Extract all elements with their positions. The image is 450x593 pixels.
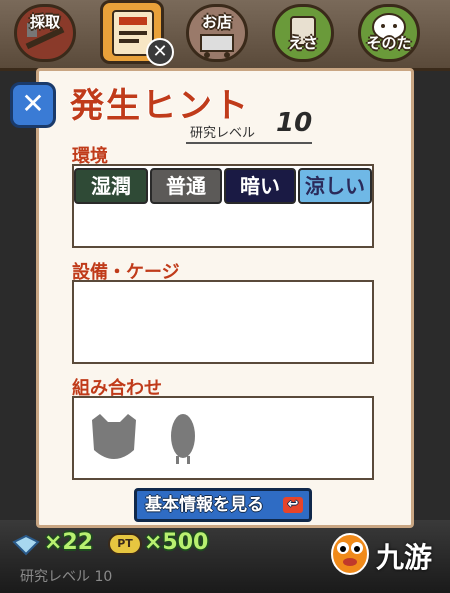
tab-collect[interactable]: 採取 — [14, 4, 76, 62]
research-level-label: 研究レベル — [190, 126, 256, 141]
env-option-cool[interactable]: 涼しい — [298, 168, 372, 204]
creature-silhouette-icon — [92, 414, 136, 459]
env-option-normal[interactable]: 普通 — [150, 168, 222, 204]
env-option-humid[interactable]: 湿潤 — [74, 168, 148, 204]
basic-info-button-label: 基本情報を見る — [145, 495, 264, 515]
close-icon: ✕ — [21, 87, 45, 120]
research-level-text: 研究レベル 10 — [20, 569, 113, 585]
tab-collect-label: 採取 — [29, 13, 60, 31]
pt-badge: PT — [108, 533, 142, 555]
gem-icon — [12, 534, 40, 556]
cart-icon — [200, 34, 234, 58]
level-divider — [186, 142, 312, 144]
basic-info-button[interactable]: 基本情報を見る ↩ — [134, 488, 312, 522]
tab-food-label: えさ — [287, 34, 318, 52]
env-option-dark[interactable]: 暗い — [224, 168, 296, 204]
panel-title: 発生ヒント — [70, 86, 250, 126]
gem-count: ×22 — [44, 530, 94, 555]
return-arrow-icon: ↩ — [283, 497, 303, 513]
mascot-icon — [331, 533, 369, 575]
close-tab-icon[interactable]: ✕ — [146, 38, 174, 66]
tab-food[interactable]: えさ — [272, 4, 334, 62]
tab-others[interactable]: そのた — [358, 4, 420, 62]
creature-silhouette-icon — [171, 414, 195, 464]
tab-others-label: そのた — [366, 34, 412, 52]
tab-shop[interactable]: お店 — [186, 4, 248, 62]
tab-shop-label: お店 — [201, 13, 232, 31]
watermark-text: 九游 — [376, 541, 433, 574]
pt-count: ×500 — [144, 530, 209, 555]
close-button[interactable]: ✕ — [10, 82, 56, 128]
research-level-value: 10 — [276, 108, 313, 138]
equipment-box — [72, 280, 374, 364]
